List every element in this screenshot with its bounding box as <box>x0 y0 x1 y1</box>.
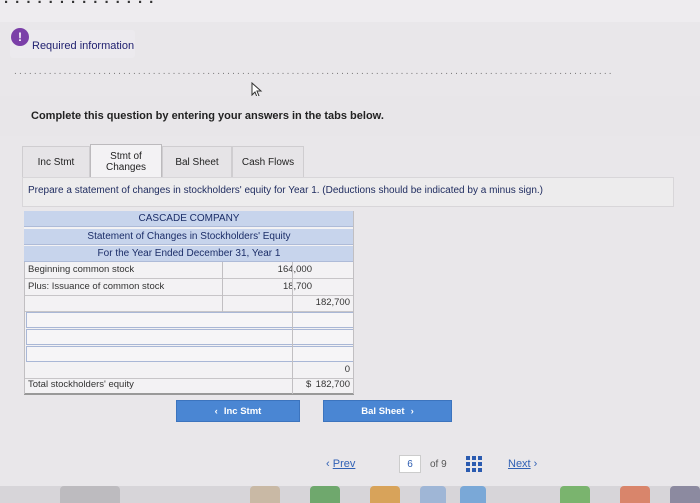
prev-tab-button[interactable]: ‹ Inc Stmt <box>176 400 300 422</box>
next-page-link[interactable]: Next › <box>508 458 537 470</box>
total-value-cell[interactable]: 182,700 <box>304 377 350 393</box>
header-strip: · · · · · · · · · · · · · · <box>0 0 700 22</box>
cropped-title-text: · · · · · · · · · · · · · · <box>4 0 156 11</box>
subtotal-row: 182,700 <box>24 295 354 312</box>
total-label: Total stockholders' equity <box>28 379 134 390</box>
table-row: Beginning common stock 164,000 <box>24 262 354 279</box>
grid-view-icon[interactable] <box>466 456 482 475</box>
next-link-label: Next <box>508 458 531 470</box>
amount-cell[interactable]: 164,000 <box>242 262 312 278</box>
tab-label: Bal Sheet <box>175 157 219 168</box>
prev-page-link[interactable]: ‹ Prev <box>326 458 355 470</box>
taskbar-app-icon[interactable] <box>250 486 280 503</box>
total-row: Total stockholders' equity $ 182,700 <box>24 377 354 395</box>
taskbar-app-icon[interactable] <box>620 486 650 503</box>
chevron-left-icon: ‹ <box>214 405 218 417</box>
alert-icon: ! <box>11 28 29 46</box>
taskbar-app-icon[interactable] <box>670 486 700 503</box>
page-number-box[interactable]: 6 <box>399 455 421 473</box>
tab-label-line1: Stmt of <box>110 150 142 162</box>
answer-input-row[interactable] <box>26 346 354 362</box>
row-label: Plus: Issuance of common stock <box>28 281 165 292</box>
amount-cell[interactable]: 0 <box>304 362 350 378</box>
row-label: Beginning common stock <box>28 264 135 275</box>
table-row: Plus: Issuance of common stock 18,700 <box>24 279 354 296</box>
column-divider <box>292 262 293 394</box>
tab-cash-flows[interactable]: Cash Flows <box>232 146 304 178</box>
column-divider <box>222 262 223 312</box>
taskbar-app-icon[interactable] <box>310 486 340 503</box>
prev-link-label: Prev <box>332 458 356 470</box>
page-count: of 9 <box>430 459 447 470</box>
prompt-text: Prepare a statement of changes in stockh… <box>28 185 543 196</box>
subtotal-cell[interactable]: 182,700 <box>304 295 350 311</box>
chevron-right-icon: › <box>410 405 414 417</box>
tab-inc-stmt[interactable]: Inc Stmt <box>22 146 90 178</box>
taskbar-app-icon[interactable] <box>60 486 120 503</box>
prev-tab-label: Inc Stmt <box>223 405 262 417</box>
company-name: CASCADE COMPANY <box>24 211 354 227</box>
next-tab-button[interactable]: Bal Sheet › <box>323 400 452 422</box>
taskbar-app-icon[interactable] <box>370 486 400 503</box>
table-border <box>353 211 354 394</box>
taskbar-app-icon[interactable] <box>460 486 486 503</box>
table-border <box>24 262 25 394</box>
taskbar <box>0 486 700 503</box>
statement-period: For the Year Ended December 31, Year 1 <box>24 246 354 262</box>
instruction-text: Complete this question by entering your … <box>31 110 384 122</box>
chevron-left-icon: ‹ <box>326 458 333 470</box>
taskbar-app-icon[interactable] <box>420 486 446 503</box>
next-tab-label: Bal Sheet <box>361 405 405 417</box>
answer-input-row[interactable] <box>26 329 354 345</box>
tab-label: Inc Stmt <box>37 157 75 168</box>
blurred-question-text: . . . . . . . . . . . . . . . . . . . . … <box>14 66 612 77</box>
chevron-right-icon: › <box>530 458 538 470</box>
amount-cell[interactable]: 18,700 <box>242 279 312 295</box>
taskbar-app-icon[interactable] <box>560 486 590 503</box>
tab-bal-sheet[interactable]: Bal Sheet <box>162 146 232 178</box>
required-info-label[interactable]: Required information <box>32 40 134 52</box>
statement-title: Statement of Changes in Stockholders' Eq… <box>24 229 354 245</box>
tab-stmt-of-changes[interactable]: Stmt of Changes <box>90 144 162 179</box>
tab-label: Cash Flows <box>241 157 295 168</box>
answer-input-row[interactable] <box>26 312 354 328</box>
tab-label-line2: Changes <box>105 161 147 173</box>
